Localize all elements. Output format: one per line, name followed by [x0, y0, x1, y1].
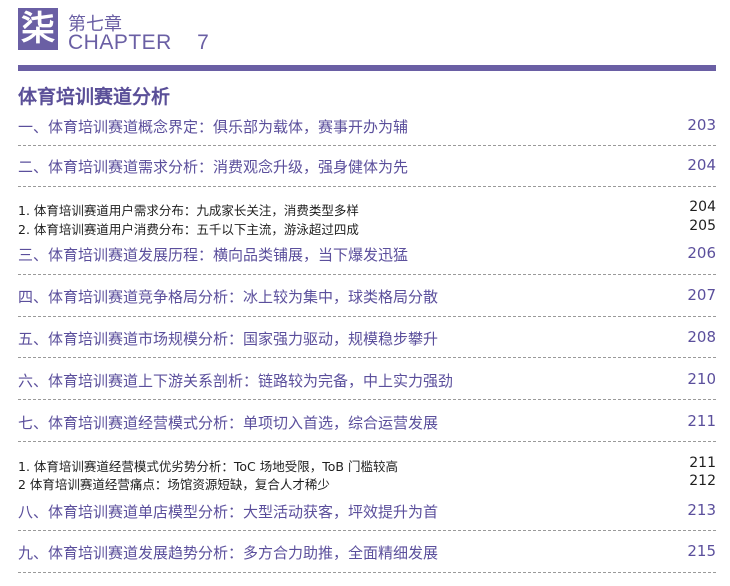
toc-subentry-label: 1. 体育培训赛道用户需求分布：九成家长关注，消费类型多样: [18, 203, 359, 218]
header-divider-bar: [18, 65, 716, 71]
toc-entry[interactable]: 七、体育培训赛道经营模式分析：单项切入首选，综合运营发展 211: [18, 412, 716, 436]
toc-entry-label: 九、体育培训赛道发展趋势分析：多方合力助推，全面精细发展: [18, 544, 439, 562]
toc-entry-label: 六、体育培训赛道上下游关系剖析：链路较为完备，中上实力强劲: [18, 372, 454, 390]
toc-separator: [18, 316, 716, 317]
toc-entry[interactable]: 一、体育培训赛道概念界定：俱乐部为载体，赛事开办为辅 203: [18, 116, 716, 140]
toc-entry-label: 五、体育培训赛道市场规模分析：国家强力驱动，规模稳步攀升: [18, 330, 439, 348]
toc-entry-page: 210: [687, 370, 716, 388]
toc-separator: [18, 441, 716, 442]
toc-entry-page: 206: [687, 244, 716, 262]
toc-separator: [18, 186, 716, 187]
chapter-number-badge: 柒: [18, 8, 58, 50]
toc-separator: [18, 145, 716, 146]
chapter-label-en: CHAPTER 7: [68, 31, 210, 54]
toc-subentry-label: 2 体育培训赛道经营痛点：场馆资源短缺，复合人才稀少: [18, 477, 330, 492]
toc-entry-label: 七、体育培训赛道经营模式分析：单项切入首选，综合运营发展: [18, 414, 439, 432]
toc-subentry-page: 212: [689, 473, 716, 489]
section-title: 体育培训赛道分析: [18, 86, 171, 108]
toc-subentry-page: 204: [689, 199, 716, 215]
toc-entry-label: 三、体育培训赛道发展历程：横向品类铺展，当下爆发迅猛: [18, 246, 409, 264]
toc-entry[interactable]: 八、体育培训赛道单店模型分析：大型活动获客，坪效提升为首 213: [18, 501, 716, 525]
toc-entry-page: 203: [687, 116, 716, 134]
toc-subentry[interactable]: 2. 体育培训赛道用户消费分布：五千以下主流，游泳超过四成 205: [18, 218, 716, 237]
toc-entry[interactable]: 五、体育培训赛道市场规模分析：国家强力驱动，规模稳步攀升 208: [18, 328, 716, 352]
toc-entry-page: 211: [687, 412, 716, 430]
toc-subentry-label: 1. 体育培训赛道经营模式优劣势分析：ToC 场地受限，ToB 门槛较高: [18, 459, 398, 474]
toc-entry-page: 204: [687, 156, 716, 174]
toc-separator: [18, 572, 716, 573]
toc-entry-page: 215: [687, 542, 716, 560]
toc-entry-label: 二、体育培训赛道需求分析：消费观念升级，强身健体为先: [18, 158, 409, 176]
toc-entry[interactable]: 四、体育培训赛道竞争格局分析：冰上较为集中，球类格局分散 207: [18, 286, 716, 310]
toc-entry[interactable]: 六、体育培训赛道上下游关系剖析：链路较为完备，中上实力强劲 210: [18, 370, 716, 394]
toc-entry-page: 208: [687, 328, 716, 346]
toc-entry-page: 213: [687, 501, 716, 519]
toc-separator: [18, 530, 716, 531]
toc-subentry[interactable]: 1. 体育培训赛道用户需求分布：九成家长关注，消费类型多样 204: [18, 199, 716, 218]
toc-entry-page: 207: [687, 286, 716, 304]
toc-entry-label: 四、体育培训赛道竞争格局分析：冰上较为集中，球类格局分散: [18, 288, 439, 306]
toc-subentry-page: 205: [689, 218, 716, 234]
toc-entry-label: 八、体育培训赛道单店模型分析：大型活动获客，坪效提升为首: [18, 503, 439, 521]
toc-entry[interactable]: 三、体育培训赛道发展历程：横向品类铺展，当下爆发迅猛 206: [18, 244, 716, 268]
toc-entry[interactable]: 二、体育培训赛道需求分析：消费观念升级，强身健体为先 204: [18, 156, 716, 180]
toc-subentry-label: 2. 体育培训赛道用户消费分布：五千以下主流，游泳超过四成: [18, 222, 359, 237]
toc-separator: [18, 357, 716, 358]
toc-separator: [18, 274, 716, 275]
toc-separator: [18, 399, 716, 400]
toc-subentry[interactable]: 1. 体育培训赛道经营模式优劣势分析：ToC 场地受限，ToB 门槛较高 211: [18, 455, 716, 474]
toc-entry[interactable]: 九、体育培训赛道发展趋势分析：多方合力助推，全面精细发展 215: [18, 542, 716, 566]
chapter-header: 柒 第七章 CHAPTER 7: [18, 8, 718, 54]
toc-subentry[interactable]: 2 体育培训赛道经营痛点：场馆资源短缺，复合人才稀少 212: [18, 473, 716, 492]
toc-entry-label: 一、体育培训赛道概念界定：俱乐部为载体，赛事开办为辅: [18, 118, 409, 136]
toc-subentry-page: 211: [689, 455, 716, 471]
